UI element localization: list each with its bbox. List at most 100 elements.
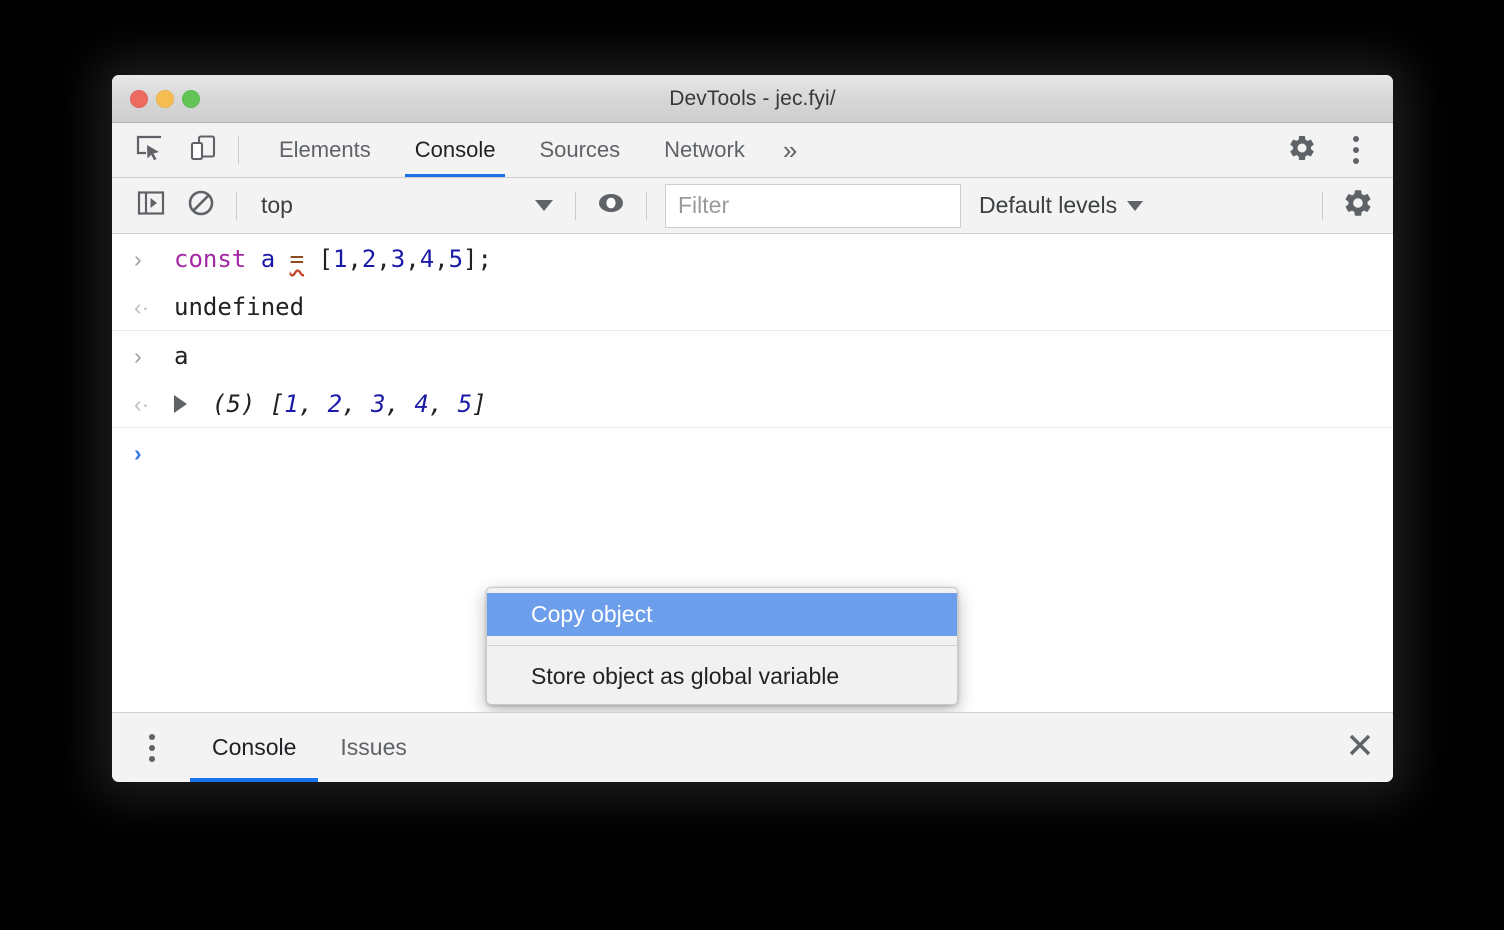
drawer-tab-console[interactable]: Console	[190, 713, 319, 782]
console-output-row[interactable]: ‹· undefined	[112, 282, 1393, 330]
clear-console-button[interactable]	[176, 178, 226, 234]
array-item: 5	[457, 390, 473, 418]
window-title: DevTools - jec.fyi/	[669, 86, 836, 110]
console-filter-placeholder: Filter	[678, 192, 730, 218]
create-live-expression-button[interactable]	[586, 178, 636, 234]
inspect-element-button[interactable]	[122, 123, 176, 177]
token-bracket-open: [	[318, 245, 333, 273]
devtools-settings-button[interactable]	[1275, 133, 1329, 168]
array-length-label: (5)	[212, 390, 256, 418]
dot	[1353, 147, 1359, 153]
settings-gear-icon	[1287, 133, 1317, 168]
drawer-spacer	[429, 713, 1327, 782]
drawer-tab-console-label: Console	[212, 734, 297, 760]
console-entry-group: › a ‹· (5) [1, 2, 3, 4, 5]	[112, 331, 1393, 428]
array-item: 3	[370, 390, 386, 418]
console-toolbar-divider-1	[236, 191, 237, 220]
drawer-close-button[interactable]	[1327, 713, 1393, 782]
dot	[1353, 136, 1359, 142]
maximize-window-button[interactable]	[182, 89, 200, 108]
dot	[149, 755, 155, 762]
drawer-more-options-button[interactable]	[128, 713, 176, 782]
array-item: 4	[414, 390, 429, 418]
token-bracket-close: ];	[463, 245, 492, 273]
log-levels-label: Default levels	[979, 192, 1118, 218]
console-output-marker: ‹·	[134, 391, 150, 417]
token-number: 2	[361, 245, 377, 273]
tab-elements-label: Elements	[279, 137, 371, 162]
tab-network[interactable]: Network	[642, 123, 767, 177]
chevron-down-icon	[1127, 200, 1144, 211]
token-number: 5	[448, 245, 464, 273]
console-input-row[interactable]: › a	[112, 331, 1393, 379]
tab-console-label: Console	[414, 137, 496, 162]
clear-console-icon	[187, 189, 215, 222]
console-input-row[interactable]: › const a = [1,2,3,4,5];	[112, 234, 1393, 282]
tab-console[interactable]: Console	[393, 123, 518, 177]
console-filter-input[interactable]: Filter	[665, 183, 961, 228]
tab-elements[interactable]: Elements	[257, 123, 393, 177]
tab-sources[interactable]: Sources	[517, 123, 642, 177]
console-output-value: undefined	[174, 293, 305, 321]
inspect-element-icon	[134, 133, 164, 168]
console-output-marker: ‹·	[134, 294, 150, 320]
token-comma: ,	[347, 245, 362, 273]
token-comma: ,	[376, 245, 391, 273]
dot	[149, 744, 155, 751]
array-separator: ,	[385, 390, 415, 418]
console-output-object-row[interactable]: ‹· (5) [1, 2, 3, 4, 5]	[112, 379, 1393, 427]
log-levels-selector[interactable]: Default levels	[979, 192, 1144, 219]
array-separator: ,	[342, 390, 371, 418]
context-menu-item-label: Copy object	[531, 601, 653, 627]
device-toolbar-button[interactable]	[176, 123, 230, 177]
console-entry-group: › const a = [1,2,3,4,5]; ‹· undefined	[112, 234, 1393, 331]
execution-context-value: top	[261, 192, 293, 218]
context-menu-item-copy-object[interactable]: Copy object	[487, 593, 957, 636]
expand-triangle-icon[interactable]	[174, 395, 200, 413]
minimize-window-button[interactable]	[156, 89, 174, 108]
console-message-list[interactable]: › const a = [1,2,3,4,5]; ‹· undefined › …	[112, 234, 1393, 712]
chevron-down-icon	[535, 200, 553, 211]
context-menu-divider	[487, 645, 957, 646]
token-operator: =	[289, 245, 305, 273]
console-input-code: const a = [1,2,3,4,5];	[174, 242, 1393, 276]
more-tabs-button[interactable]: »	[767, 123, 813, 177]
devtools-tabbar: Elements Console Sources Network »	[112, 123, 1393, 178]
console-toolbar-divider-2	[575, 191, 576, 220]
tab-sources-label: Sources	[539, 137, 621, 162]
context-menu-item-store-as-global[interactable]: Store object as global variable	[487, 655, 957, 698]
console-sidebar-toggle-button[interactable]	[126, 178, 176, 234]
execution-context-selector[interactable]: top	[247, 187, 565, 225]
devtools-window: DevTools - jec.fyi/ Elements Console Sou…	[112, 75, 1393, 782]
console-prompt-row[interactable]: ›	[112, 428, 1393, 476]
array-bracket-open: [	[269, 390, 285, 418]
token-comma: ,	[434, 245, 449, 273]
tab-network-label: Network	[664, 137, 745, 162]
close-window-button[interactable]	[130, 89, 148, 108]
console-settings-button[interactable]	[1333, 178, 1383, 234]
chevron-double-right-icon: »	[782, 134, 798, 165]
array-separator: ,	[428, 390, 458, 418]
close-icon	[1344, 729, 1376, 766]
more-vertical-icon	[149, 733, 155, 762]
array-separator: ,	[298, 390, 328, 418]
console-toolbar-divider-3	[646, 191, 647, 220]
object-context-menu[interactable]: Copy object Store object as global varia…	[486, 587, 958, 705]
drawer-tab-issues[interactable]: Issues	[318, 713, 428, 782]
drawer-tabs: Console Issues	[190, 713, 429, 782]
array-preview[interactable]: (5) [1, 2, 3, 4, 5]	[174, 387, 1393, 421]
devtools-more-options-button[interactable]	[1329, 136, 1383, 164]
tabbar-spacer	[813, 123, 1254, 177]
console-toolbar: top Filter Default levels	[112, 178, 1393, 234]
token-comma: ,	[405, 245, 420, 273]
context-menu-item-label: Store object as global variable	[531, 663, 840, 689]
token-number: 4	[419, 245, 435, 273]
traffic-lights	[130, 75, 200, 122]
tabbar-divider	[238, 136, 239, 164]
console-input-marker: ›	[134, 246, 142, 272]
array-bracket-close: ]	[472, 390, 487, 418]
